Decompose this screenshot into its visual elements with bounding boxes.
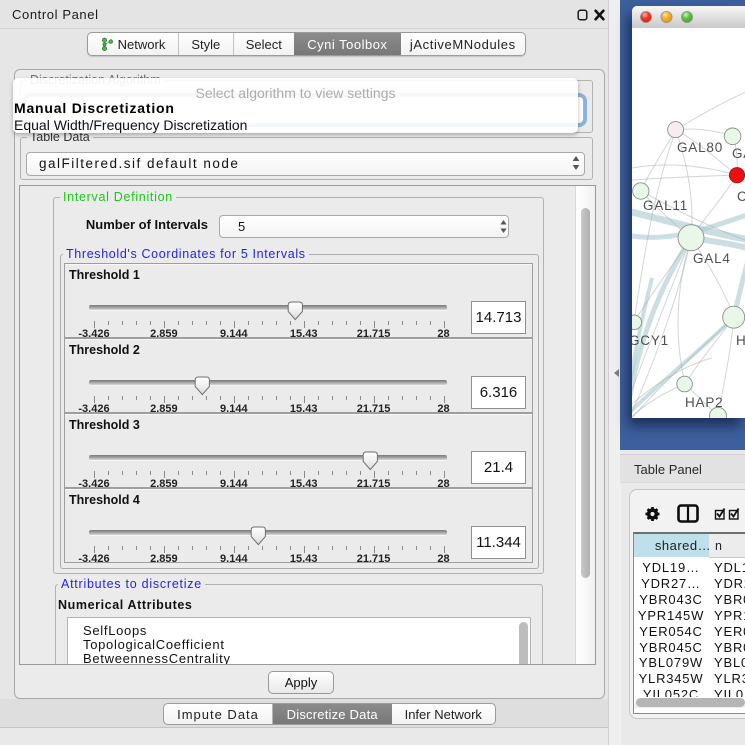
svg-text:H: H	[736, 333, 745, 348]
svg-text:GCY1: GCY1	[632, 333, 669, 348]
svg-text:HAP2: HAP2	[685, 395, 723, 410]
svg-text:C: C	[737, 189, 745, 204]
svg-text:GA: GA	[732, 146, 745, 161]
svg-text:GAL11: GAL11	[643, 198, 688, 213]
svg-text:GAL4: GAL4	[693, 251, 731, 266]
svg-text:GAL80: GAL80	[677, 140, 723, 155]
